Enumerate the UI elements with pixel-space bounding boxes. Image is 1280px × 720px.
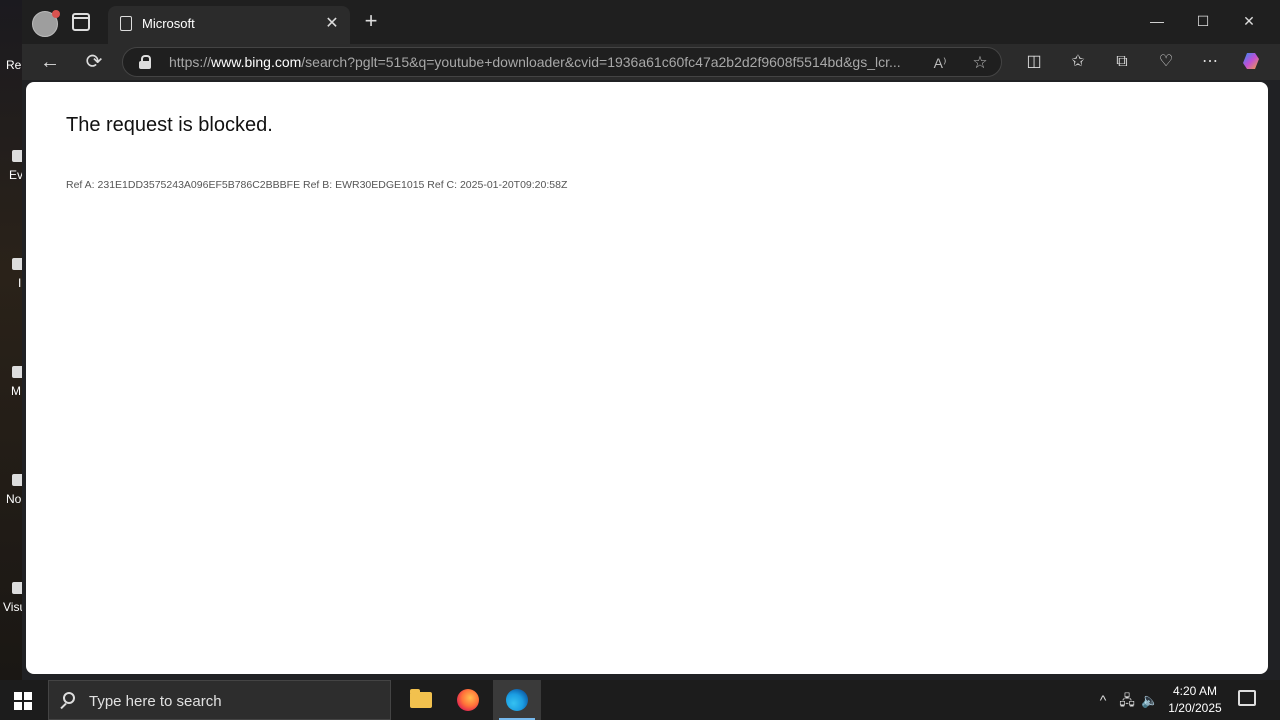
url-prefix: https:// — [169, 54, 212, 70]
show-hidden-icons-chevron-icon[interactable]: ^ — [1093, 690, 1113, 710]
favorites-icon[interactable]: ✩ — [1066, 50, 1090, 74]
clock[interactable]: 4:20 AM 1/20/2025 — [1160, 683, 1230, 717]
toolbar: ← ⟳ https://www.bing.com/search?pglt=515… — [22, 44, 1280, 80]
minimize-button[interactable]: — — [1134, 6, 1180, 36]
browser-window: Microsoft ✕ + — ☐ ✕ ← ⟳ https://www.bing… — [22, 0, 1280, 680]
file-explorer-icon[interactable] — [396, 680, 444, 720]
search-placeholder: Type here to search — [89, 693, 222, 710]
address-bar[interactable]: https://www.bing.com/search?pglt=515&q=y… — [122, 47, 1002, 77]
split-screen-icon[interactable]: ◫ — [1022, 50, 1046, 74]
collections-icon[interactable]: ⧉ — [1110, 50, 1134, 74]
windows-start-icon[interactable] — [14, 692, 32, 710]
taskbar: Type here to search ^ 🖧 🔈 4:20 AM 1/20/2… — [0, 680, 1280, 720]
notification-center-icon[interactable] — [1238, 690, 1256, 706]
desktop-icon-label: M — [11, 384, 21, 398]
tab-microsoft[interactable]: Microsoft ✕ — [108, 6, 350, 44]
close-window-button[interactable]: ✕ — [1226, 6, 1272, 36]
maximize-button[interactable]: ☐ — [1180, 6, 1226, 36]
new-tab-button[interactable]: + — [360, 10, 382, 32]
edge-icon[interactable] — [493, 680, 541, 720]
desktop-icon-label: I — [18, 276, 22, 290]
url-rest: /search?pglt=515&q=youtube+downloader&cv… — [301, 54, 901, 70]
page-heading: The request is blocked. — [66, 114, 273, 136]
search-icon — [63, 692, 75, 704]
profile-avatar-icon[interactable] — [32, 10, 60, 37]
taskbar-search-box[interactable]: Type here to search — [48, 680, 391, 720]
tab-title: Microsoft — [142, 16, 195, 31]
page-icon — [120, 16, 132, 31]
volume-muted-icon[interactable]: 🔈 — [1140, 690, 1160, 710]
refresh-button[interactable]: ⟳ — [82, 50, 106, 74]
network-icon[interactable]: 🖧 — [1117, 690, 1137, 710]
page-content: The request is blocked. Ref A: 231E1DD35… — [26, 82, 1268, 674]
tab-close-icon[interactable]: ✕ — [322, 14, 342, 34]
tab-actions-icon[interactable] — [72, 13, 90, 31]
favorite-star-icon[interactable]: ☆ — [969, 52, 991, 74]
more-options-icon[interactable]: ⋯ — [1198, 50, 1222, 74]
desktop-icon-label: Ev — [9, 168, 24, 182]
reference-ids: Ref A: 231E1DD3575243A096EF5B786C2BBBFE … — [66, 179, 568, 191]
desktop-icon-label: No — [6, 492, 22, 506]
lock-icon[interactable] — [139, 55, 151, 69]
clock-time: 4:20 AM — [1172, 684, 1218, 698]
copilot-icon[interactable] — [1240, 50, 1264, 74]
desktop-icon-label: Re — [6, 58, 22, 72]
back-button[interactable]: ← — [38, 50, 62, 74]
url-host: www.bing.com — [211, 54, 302, 70]
firefox-icon[interactable] — [444, 680, 492, 720]
title-bar: Microsoft ✕ + — ☐ ✕ — [22, 0, 1280, 44]
url-text[interactable]: https://www.bing.com/search?pglt=515&q=y… — [169, 54, 929, 70]
browser-essentials-icon[interactable]: ♡ — [1154, 50, 1178, 74]
read-aloud-icon[interactable]: A⁾ — [929, 52, 951, 74]
clock-date: 1/20/2025 — [1168, 701, 1222, 715]
